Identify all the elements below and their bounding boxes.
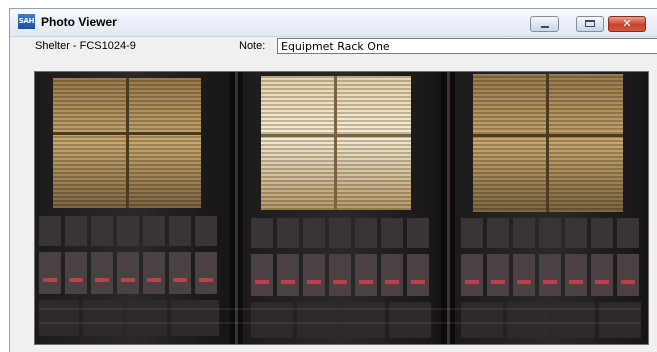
app-icon: SAH: [18, 14, 35, 29]
title-bar[interactable]: SAH Photo Viewer ✕: [10, 9, 657, 37]
note-input[interactable]: [277, 38, 657, 54]
minimize-icon: [541, 26, 549, 28]
photo-display: [34, 71, 649, 345]
note-label: Note:: [239, 40, 266, 52]
close-button[interactable]: ✕: [608, 16, 646, 32]
minimize-button[interactable]: [530, 16, 559, 32]
window-title: Photo Viewer: [41, 15, 117, 29]
maximize-button[interactable]: [576, 16, 604, 32]
equipment-rack-photo: [35, 72, 648, 344]
photo-viewer-window: SAH Photo Viewer ✕ Shelter - FCS1024-9 N…: [9, 8, 657, 352]
shelter-label: Shelter - FCS1024-9: [35, 40, 136, 52]
maximize-icon: [585, 20, 595, 27]
close-icon: ✕: [622, 17, 632, 30]
